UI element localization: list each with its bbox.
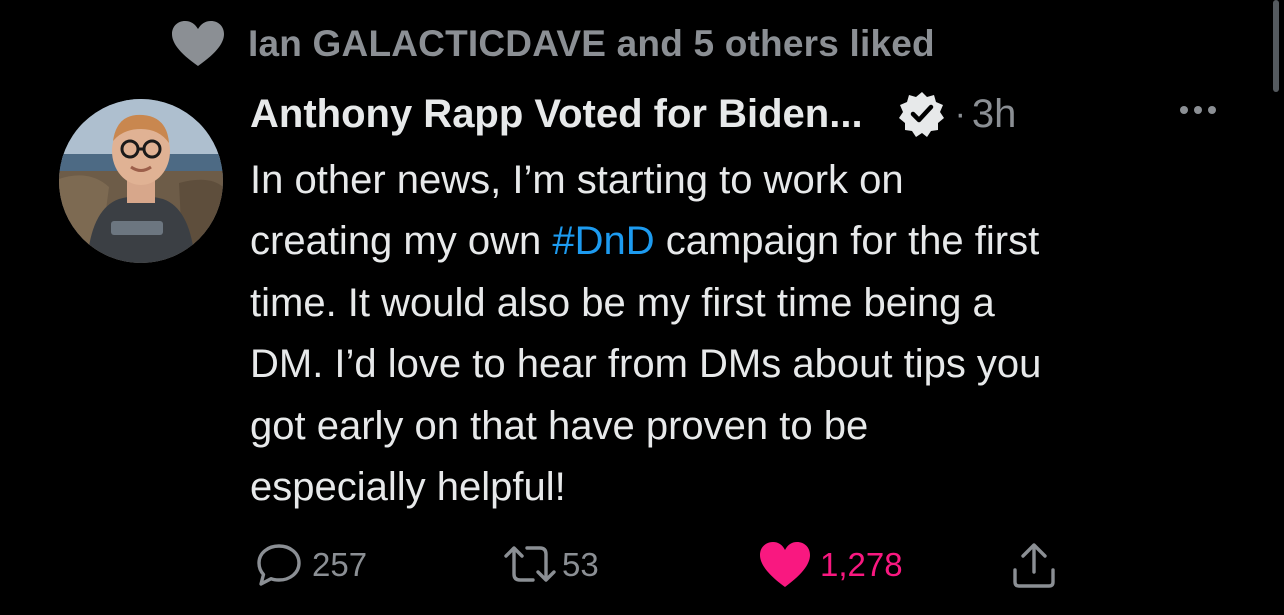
social-context-text: Ian GALACTICDAVE and 5 others liked	[248, 23, 935, 64]
heart-filled-icon	[760, 542, 810, 587]
more-options-button[interactable]	[1174, 98, 1222, 122]
separator-dot: ·	[954, 94, 966, 133]
timestamp[interactable]: 3h	[972, 92, 1017, 137]
action-bar: 257 53 1,278	[0, 535, 1284, 595]
reply-count: 257	[312, 546, 368, 583]
display-name[interactable]: Anthony Rapp Voted for Biden...	[250, 92, 863, 137]
tweet-text: In other news, I’m starting to work on c…	[250, 150, 1250, 518]
heart-icon	[172, 21, 224, 66]
tweet-header: Anthony Rapp Voted for Biden... · 3h	[250, 86, 1016, 142]
tweet-text-line: creating my own #DnD campaign for the fi…	[250, 219, 1040, 264]
retweet-count: 53	[562, 546, 599, 583]
like-count: 1,278	[820, 546, 903, 583]
reply-button[interactable]: 257	[254, 535, 367, 595]
tweet-text-line: got early on that have proven to be	[250, 403, 869, 448]
hashtag-link[interactable]: #DnD	[552, 219, 654, 263]
social-context[interactable]: Ian GALACTICDAVE and 5 others liked	[170, 18, 935, 70]
tweet-text-line: In other news, I’m starting to work on	[250, 158, 904, 202]
retweet-icon	[504, 546, 556, 582]
tweet-text-line: time. It would also be my first time bei…	[250, 280, 995, 325]
more-icon	[1180, 106, 1188, 114]
share-icon	[1013, 543, 1055, 588]
share-button[interactable]	[1010, 535, 1058, 595]
like-button[interactable]: 1,278	[758, 535, 903, 595]
avatar-photo	[59, 99, 223, 263]
tweet-text-line: DM. I’d love to hear from DMs about tips…	[250, 342, 1042, 387]
tweet-text-line: especially helpful!	[250, 465, 566, 510]
scrollbar[interactable]	[1270, 0, 1282, 92]
avatar[interactable]	[59, 99, 223, 263]
verified-badge-icon	[898, 92, 944, 137]
retweet-button[interactable]: 53	[500, 535, 599, 595]
reply-icon	[257, 544, 301, 586]
